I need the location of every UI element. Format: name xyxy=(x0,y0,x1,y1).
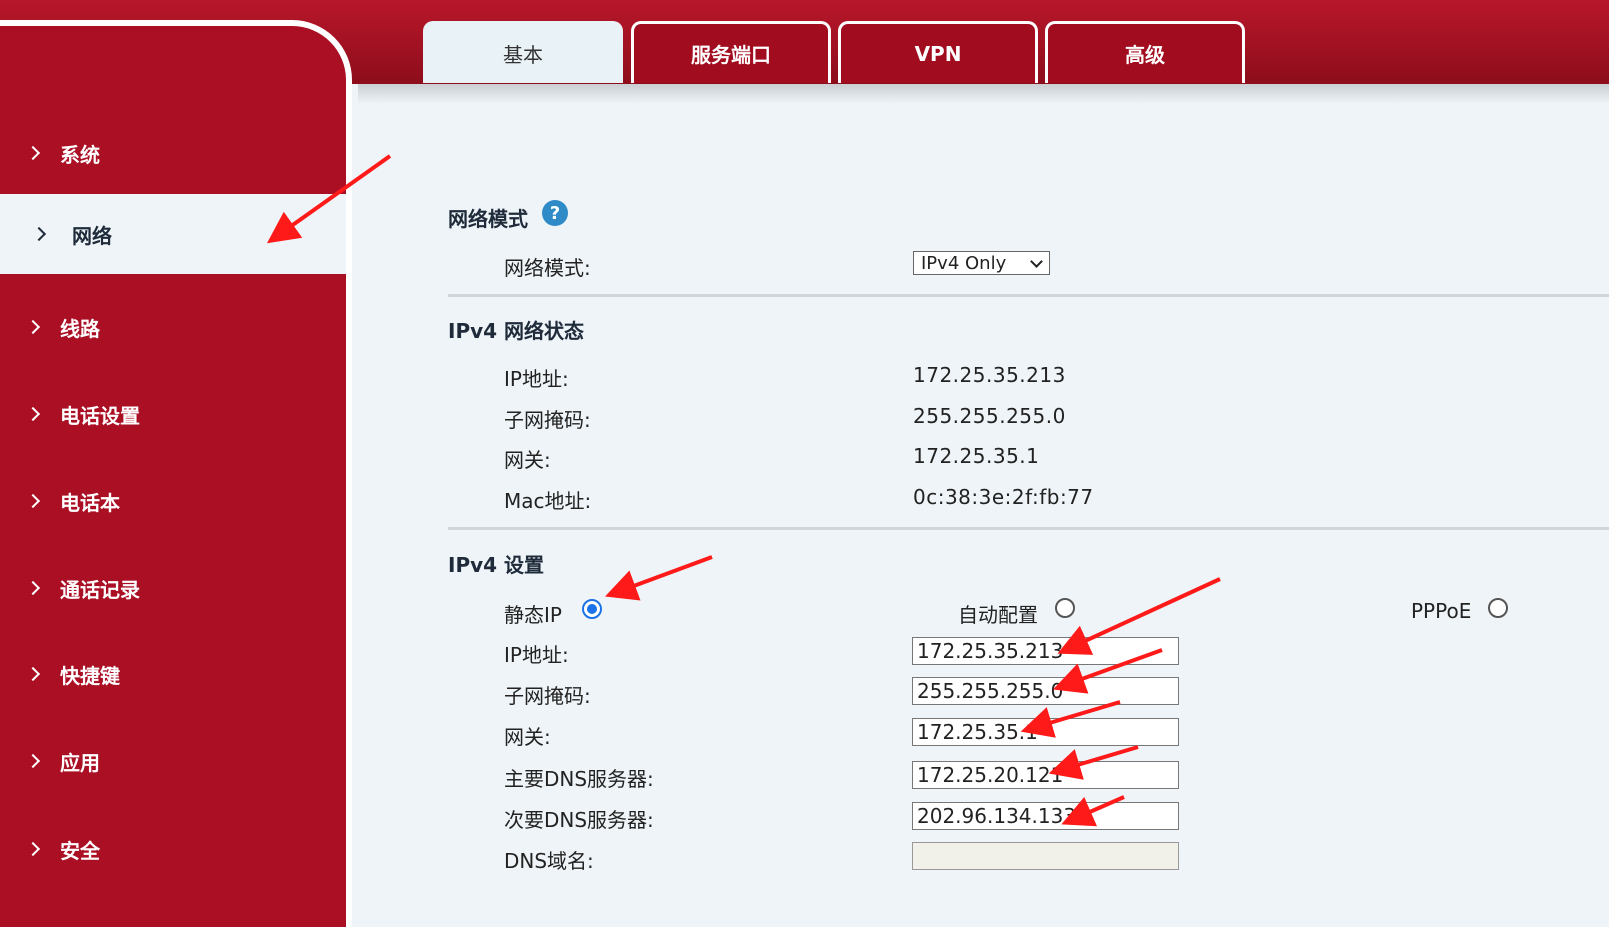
section-divider xyxy=(448,527,1609,530)
dns-domain-input[interactable] xyxy=(912,842,1179,870)
status-gateway-label: 网关: xyxy=(504,448,551,472)
auto-config-radio[interactable] xyxy=(1055,598,1075,618)
gateway-label: 网关: xyxy=(504,725,551,749)
chevron-right-icon xyxy=(25,319,41,335)
question-icon[interactable]: ? xyxy=(542,200,568,226)
secondary-dns-input[interactable]: 202.96.134.133 xyxy=(912,802,1179,830)
sidebar-item-call-log[interactable]: 通话记录 xyxy=(0,548,346,628)
pppoe-radio[interactable] xyxy=(1488,598,1508,618)
primary-dns-input[interactable]: 172.25.20.121 xyxy=(912,761,1179,789)
arrow-icon xyxy=(604,555,713,601)
tab-vpn[interactable]: VPN xyxy=(838,21,1038,83)
dns-domain-label: DNS域名: xyxy=(504,849,594,873)
netmask-input[interactable]: 255.255.255.0 xyxy=(912,677,1179,705)
status-mac-label: Mac地址: xyxy=(504,489,592,513)
sidebar: 系统 网络 线路 电话设置 电话本 通话记录 快捷键 应用 安全 xyxy=(0,20,352,927)
chevron-right-icon xyxy=(25,753,41,769)
network-mode-title: 网络模式 xyxy=(448,207,528,231)
sidebar-item-phone-settings[interactable]: 电话设置 xyxy=(0,374,346,454)
netmask-label: 子网掩码: xyxy=(504,684,591,708)
secondary-dns-label: 次要DNS服务器: xyxy=(504,808,654,832)
sidebar-item-label: 快捷键 xyxy=(60,663,120,688)
status-netmask-value: 255.255.255.0 xyxy=(913,404,1066,428)
ip-address-input[interactable]: 172.25.35.213 xyxy=(912,637,1179,665)
section-divider xyxy=(448,294,1609,297)
chevron-right-icon xyxy=(25,493,41,509)
sidebar-item-label: 网络 xyxy=(72,223,112,248)
sidebar-item-label: 电话本 xyxy=(60,490,120,515)
sidebar-item-line[interactable]: 线路 xyxy=(0,287,346,367)
status-gateway-value: 172.25.35.1 xyxy=(913,444,1040,468)
tab-basic[interactable]: 基本 xyxy=(423,21,623,83)
tab-advanced[interactable]: 高级 xyxy=(1045,21,1245,83)
chevron-right-icon xyxy=(25,145,41,161)
chevron-right-icon xyxy=(25,580,41,596)
status-mac-value: 0c:38:3e:2f:fb:77 xyxy=(913,485,1094,509)
sidebar-item-system[interactable]: 系统 xyxy=(0,113,346,193)
auto-config-label: 自动配置 xyxy=(958,603,1038,627)
sidebar-item-label: 应用 xyxy=(60,750,100,775)
sidebar-item-label: 通话记录 xyxy=(60,577,140,602)
status-netmask-label: 子网掩码: xyxy=(504,408,591,432)
sidebar-item-label: 线路 xyxy=(60,316,100,341)
ip-address-label: IP地址: xyxy=(504,643,569,667)
sidebar-item-label: 系统 xyxy=(60,142,100,167)
sidebar-item-label: 安全 xyxy=(60,838,100,863)
sidebar-item-security[interactable]: 安全 xyxy=(0,809,346,889)
sidebar-item-label: 电话设置 xyxy=(60,403,140,428)
network-mode-select[interactable]: IPv4 Only xyxy=(913,251,1050,275)
primary-dns-label: 主要DNS服务器: xyxy=(504,767,654,791)
sidebar-item-phonebook[interactable]: 电话本 xyxy=(0,461,346,541)
gateway-input[interactable]: 172.25.35.1 xyxy=(912,718,1179,746)
chevron-right-icon xyxy=(25,666,41,682)
status-ip-value: 172.25.35.213 xyxy=(913,363,1066,387)
static-ip-radio[interactable] xyxy=(582,599,602,619)
chevron-right-icon xyxy=(25,841,41,857)
content-top-shadow xyxy=(358,84,1609,104)
pppoe-label: PPPoE xyxy=(1411,599,1472,623)
ipv4-status-title: IPv4 网络状态 xyxy=(448,319,585,343)
chevron-down-icon xyxy=(1030,254,1043,268)
sidebar-item-network[interactable]: 网络 xyxy=(0,194,346,274)
sidebar-item-shortcuts[interactable]: 快捷键 xyxy=(0,634,346,714)
chevron-right-icon xyxy=(31,226,47,242)
network-mode-label: 网络模式: xyxy=(504,256,591,280)
tab-service-port[interactable]: 服务端口 xyxy=(631,21,831,83)
chevron-right-icon xyxy=(25,406,41,422)
network-mode-selected-value: IPv4 Only xyxy=(921,252,1007,274)
static-ip-label: 静态IP xyxy=(504,603,562,627)
ipv4-settings-title: IPv4 设置 xyxy=(448,553,545,577)
status-ip-label: IP地址: xyxy=(504,367,569,391)
sidebar-item-apps[interactable]: 应用 xyxy=(0,721,346,801)
